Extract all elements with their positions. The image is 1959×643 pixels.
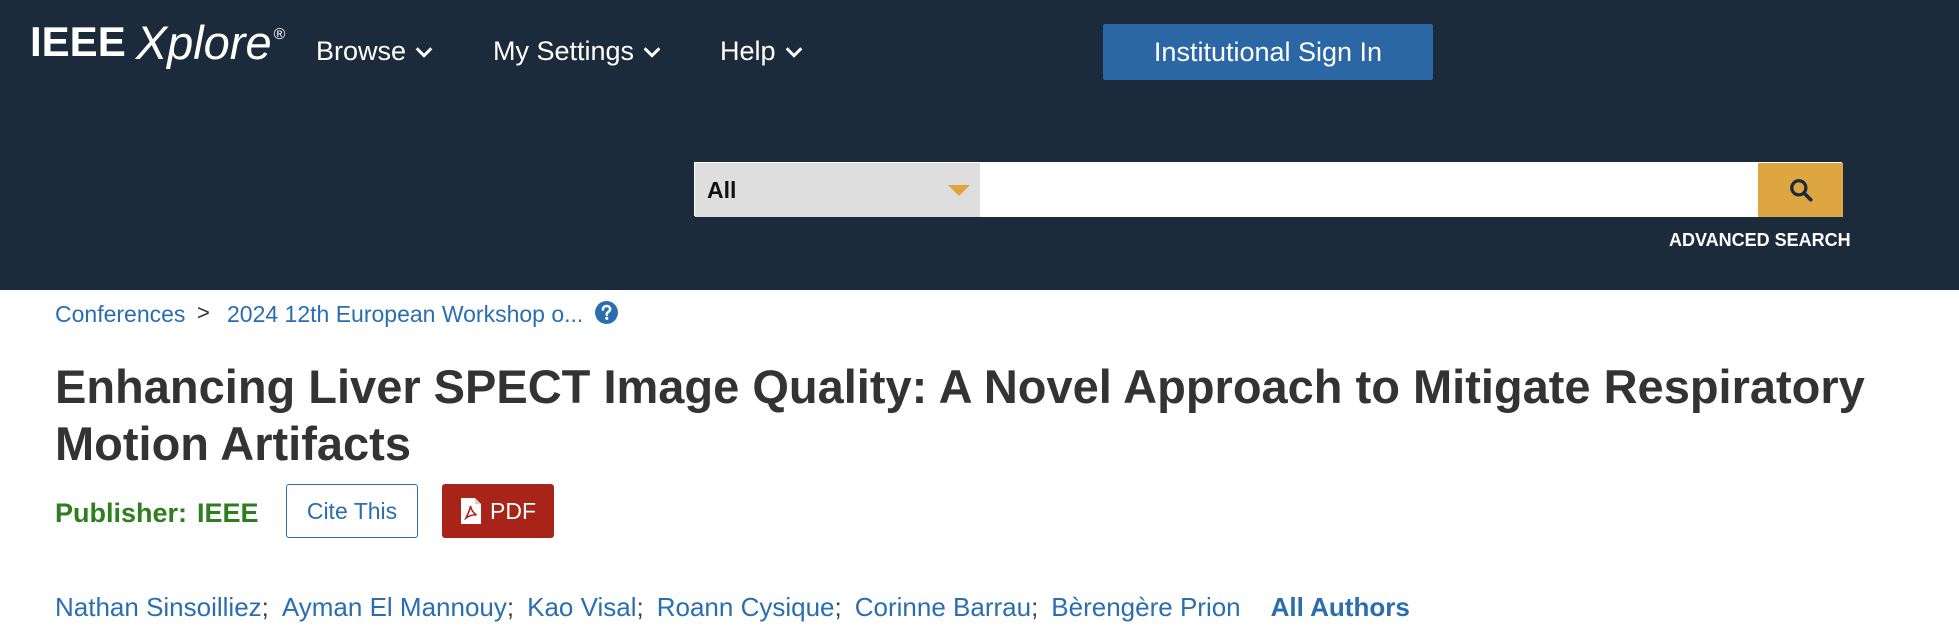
ieee-xplore-logo[interactable]: IEEE Xplore ® (30, 16, 286, 70)
search-icon (1789, 179, 1813, 202)
all-authors-link[interactable]: All Authors (1271, 592, 1410, 623)
search-bar: All (694, 162, 1843, 217)
author-link[interactable]: Corinne Barrau (855, 592, 1031, 623)
pdf-button-label: PDF (490, 497, 536, 524)
cite-this-button[interactable]: Cite This (286, 484, 418, 538)
institutional-sign-in-button[interactable]: Institutional Sign In (1103, 24, 1433, 80)
chevron-down-icon (643, 46, 661, 58)
author-separator: ; (636, 592, 644, 622)
pdf-button[interactable]: PDF (442, 484, 554, 538)
logo-registered-mark: ® (273, 26, 286, 43)
publisher-value: IEEE (197, 498, 259, 528)
author-separator: ; (261, 592, 269, 622)
site-header: IEEE Xplore ® Browse My Settings Help In… (0, 0, 1959, 290)
question-circle-icon[interactable] (594, 300, 619, 325)
search-scope-value: All (707, 177, 737, 203)
nav-my-settings[interactable]: My Settings (493, 36, 663, 67)
nav-browse-label: Browse (316, 36, 407, 66)
article-title-line-1: Enhancing Liver SPECT Image Quality: A N… (55, 360, 1865, 413)
search-scope-select[interactable]: All (695, 163, 980, 217)
article-title-line-2: Motion Artifacts (55, 417, 411, 470)
chevron-down-icon (415, 46, 433, 58)
pdf-file-icon (461, 498, 481, 524)
nav-my-settings-label: My Settings (493, 36, 635, 66)
author-link[interactable]: Kao Visal (527, 592, 636, 623)
advanced-search-link[interactable]: ADVANCED SEARCH (1669, 230, 1851, 251)
logo-brand: IEEE (30, 18, 126, 65)
nav-help-label: Help (720, 36, 776, 66)
author-separator: ; (1031, 592, 1039, 622)
chevron-down-icon (785, 46, 802, 58)
publisher-label: Publisher: (55, 498, 188, 528)
caret-down-icon (948, 185, 970, 196)
search-input[interactable] (980, 163, 1758, 217)
author-link[interactable]: Nathan Sinsoilliez (55, 592, 262, 623)
author-link[interactable]: Ayman El Mannouy (282, 592, 507, 623)
nav-browse[interactable]: Browse (316, 36, 435, 67)
breadcrumb-conference-name[interactable]: 2024 12th European Workshop o... (227, 301, 583, 328)
logo-product: Xplore (135, 16, 272, 69)
article-title: Enhancing Liver SPECT Image Quality: A N… (55, 358, 1935, 472)
author-link[interactable]: Roann Cysique (657, 592, 835, 623)
authors-list: Nathan Sinsoilliez; Ayman El Mannouy; Ka… (55, 592, 1410, 623)
search-button[interactable] (1758, 163, 1843, 217)
breadcrumb-separator: > (197, 300, 210, 325)
author-separator: ; (834, 592, 842, 622)
nav-help[interactable]: Help (720, 36, 805, 67)
author-link[interactable]: Bèrengère Prion (1051, 592, 1240, 623)
author-separator: ; (506, 592, 515, 622)
breadcrumb-conferences[interactable]: Conferences (55, 301, 185, 328)
publisher-info: Publisher: IEEE (55, 498, 259, 529)
